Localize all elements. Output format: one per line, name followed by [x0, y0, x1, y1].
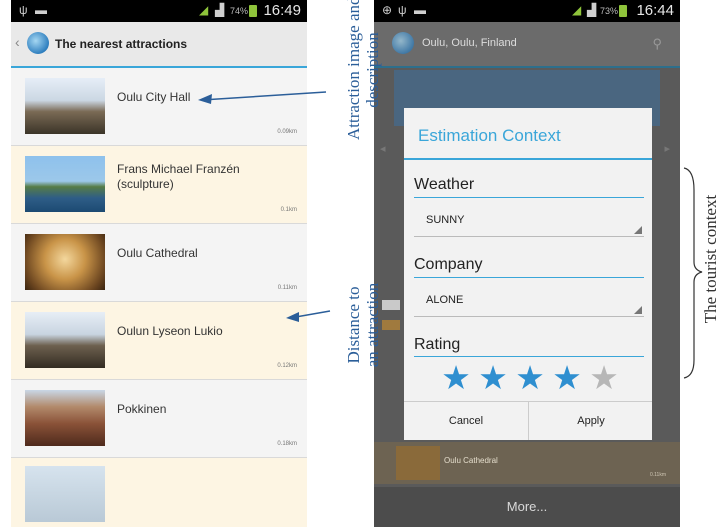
context-brace [683, 167, 703, 379]
annotation-arrows [198, 91, 703, 379]
arrow-line [201, 91, 327, 101]
arrowhead [198, 94, 212, 104]
arrowhead [286, 312, 299, 322]
